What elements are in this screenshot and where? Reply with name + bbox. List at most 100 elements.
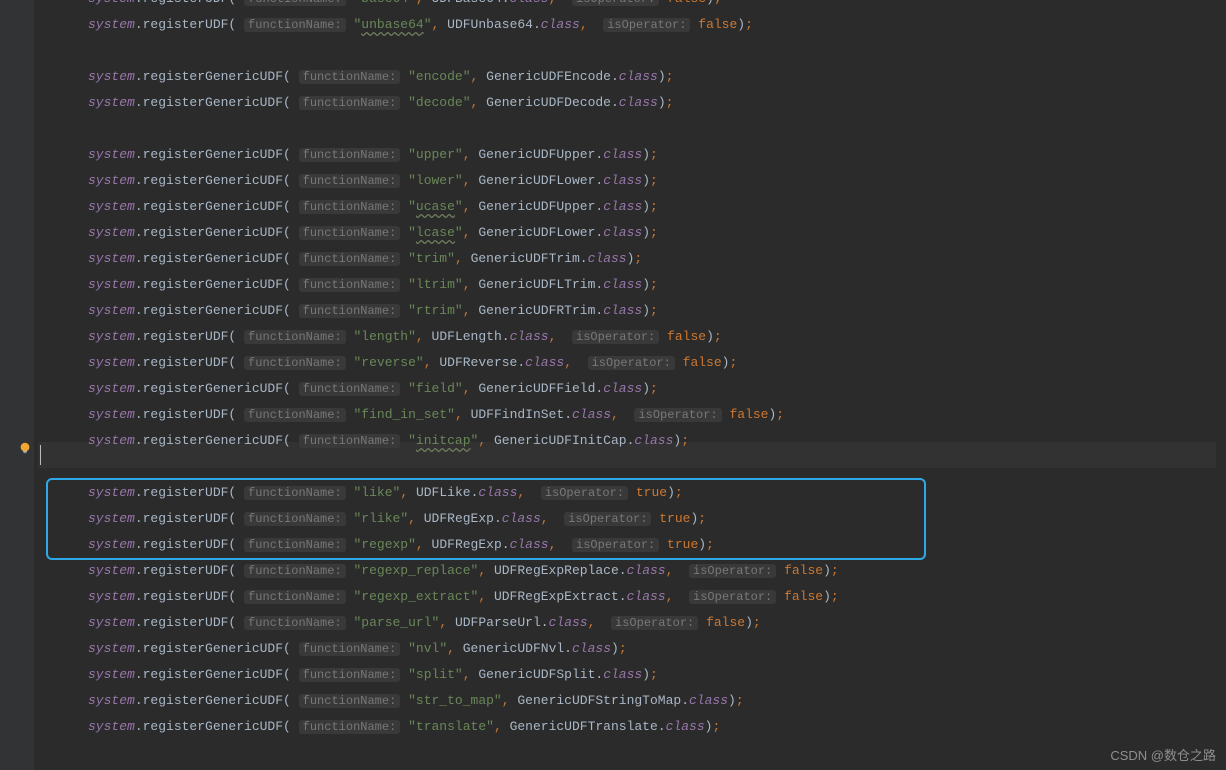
code-line[interactable]: system.registerGenericUDF( functionName:… [38,714,1226,740]
param-hint-functionName: functionName: [244,18,346,32]
code-line[interactable]: system.registerGenericUDF( functionName:… [38,194,1226,220]
string-literal: ltrim [416,277,455,292]
class-keyword: class [478,485,517,500]
param-hint-functionName: functionName: [299,96,401,110]
comma: , [416,0,424,6]
string-literal: unbase64 [361,17,423,32]
class-ref: GenericUDFRTrim [478,303,595,318]
param-hint-functionName: functionName: [299,148,401,162]
class-keyword: class [525,355,564,370]
class-ref: UDFReverse [439,355,517,370]
method-call: .registerUDF( [135,589,236,604]
code-line[interactable]: system.registerUDF( functionName: "base6… [38,0,1226,12]
code-line[interactable]: system.registerUDF( functionName: "unbas… [38,12,1226,38]
intention-bulb-icon[interactable] [18,441,34,457]
code-line[interactable]: system.registerGenericUDF( functionName:… [38,298,1226,324]
string-literal: initcap [416,433,471,448]
class-ref: GenericUDFTranslate [510,719,658,734]
class-ref: GenericUDFLTrim [478,277,595,292]
identifier-system: system [88,303,135,318]
method-call: .registerGenericUDF( [135,225,291,240]
method-call: .registerUDF( [135,615,236,630]
boolean-literal: true [659,511,690,526]
code-line[interactable]: system.registerGenericUDF( functionName:… [38,688,1226,714]
param-hint-functionName: functionName: [299,382,401,396]
boolean-literal: false [683,355,722,370]
string-close: " [408,537,416,552]
boolean-literal: true [667,537,698,552]
code-line[interactable]: system.registerUDF( functionName: "like"… [38,480,1226,506]
code-line[interactable]: system.registerUDF( functionName: "regex… [38,558,1226,584]
identifier-system: system [88,173,135,188]
class-ref: UDFRegExp [424,511,494,526]
param-hint-isOperator: isOperator: [603,18,690,32]
identifier-system: system [88,251,135,266]
class-keyword: class [666,719,705,734]
param-hint-isOperator: isOperator: [611,616,698,630]
code-editor[interactable]: system.registerUDF( functionName: "base6… [0,0,1226,770]
param-hint-functionName: functionName: [244,616,346,630]
code-line[interactable]: system.registerGenericUDF( functionName:… [38,272,1226,298]
class-ref: GenericUDFDecode [486,95,611,110]
class-keyword: class [619,69,658,84]
identifier-system: system [88,589,135,604]
code-line[interactable]: system.registerGenericUDF( functionName:… [38,376,1226,402]
param-hint-isOperator: isOperator: [572,330,659,344]
code-line[interactable] [38,116,1226,142]
code-line[interactable]: system.registerGenericUDF( functionName:… [38,142,1226,168]
code-line[interactable]: system.registerGenericUDF( functionName:… [38,168,1226,194]
code-line[interactable]: system.registerUDF( functionName: "lengt… [38,324,1226,350]
code-line[interactable]: system.registerUDF( functionName: "regex… [38,532,1226,558]
string-close: " [400,511,408,526]
code-line[interactable]: system.registerGenericUDF( functionName:… [38,246,1226,272]
text-caret [40,445,41,465]
identifier-system: system [88,95,135,110]
comma: , [455,407,463,422]
identifier-system: system [88,277,135,292]
class-ref: GenericUDFNvl [463,641,564,656]
class-ref: UDFRegExpExtract [494,589,619,604]
code-line[interactable]: system.registerUDF( functionName: "regex… [38,584,1226,610]
param-hint-functionName: functionName: [244,590,346,604]
string-literal: str_to_map [416,693,494,708]
class-keyword: class [603,173,642,188]
code-line[interactable]: system.registerGenericUDF( functionName:… [38,428,1226,454]
class-keyword: class [603,199,642,214]
code-line[interactable]: system.registerUDF( functionName: "find_… [38,402,1226,428]
comma: , [416,329,424,344]
class-ref: UDFLength [432,329,502,344]
code-line[interactable]: system.registerGenericUDF( functionName:… [38,64,1226,90]
identifier-system: system [88,381,135,396]
code-line[interactable]: system.registerGenericUDF( functionName:… [38,662,1226,688]
comma: , [416,537,424,552]
code-line[interactable] [38,454,1226,480]
method-call: .registerUDF( [135,537,236,552]
param-hint-functionName: functionName: [244,356,346,370]
code-line[interactable]: system.registerUDF( functionName: "rlike… [38,506,1226,532]
param-hint-functionName: functionName: [299,174,401,188]
identifier-system: system [88,17,135,32]
code-line[interactable]: system.registerUDF( functionName: "rever… [38,350,1226,376]
code-line[interactable]: system.registerGenericUDF( functionName:… [38,636,1226,662]
code-line[interactable] [38,38,1226,64]
string-literal: regexp_replace [361,563,470,578]
param-hint-functionName: functionName: [244,538,346,552]
boolean-literal: true [636,485,667,500]
class-ref: UDFFindInSet [471,407,565,422]
identifier-system: system [88,329,135,344]
code-line[interactable]: system.registerGenericUDF( functionName:… [38,90,1226,116]
method-call: .registerUDF( [135,485,236,500]
param-hint-functionName: functionName: [299,720,401,734]
class-keyword: class [572,407,611,422]
string-literal: trim [416,251,447,266]
class-keyword: class [510,329,549,344]
string-close: " [416,355,424,370]
class-keyword: class [603,147,642,162]
identifier-system: system [88,355,135,370]
method-call: .registerGenericUDF( [135,381,291,396]
code-line[interactable]: system.registerUDF( functionName: "parse… [38,610,1226,636]
identifier-system: system [88,225,135,240]
string-literal: translate [416,719,486,734]
code-line[interactable]: system.registerGenericUDF( functionName:… [38,220,1226,246]
string-literal: base64 [361,0,408,6]
